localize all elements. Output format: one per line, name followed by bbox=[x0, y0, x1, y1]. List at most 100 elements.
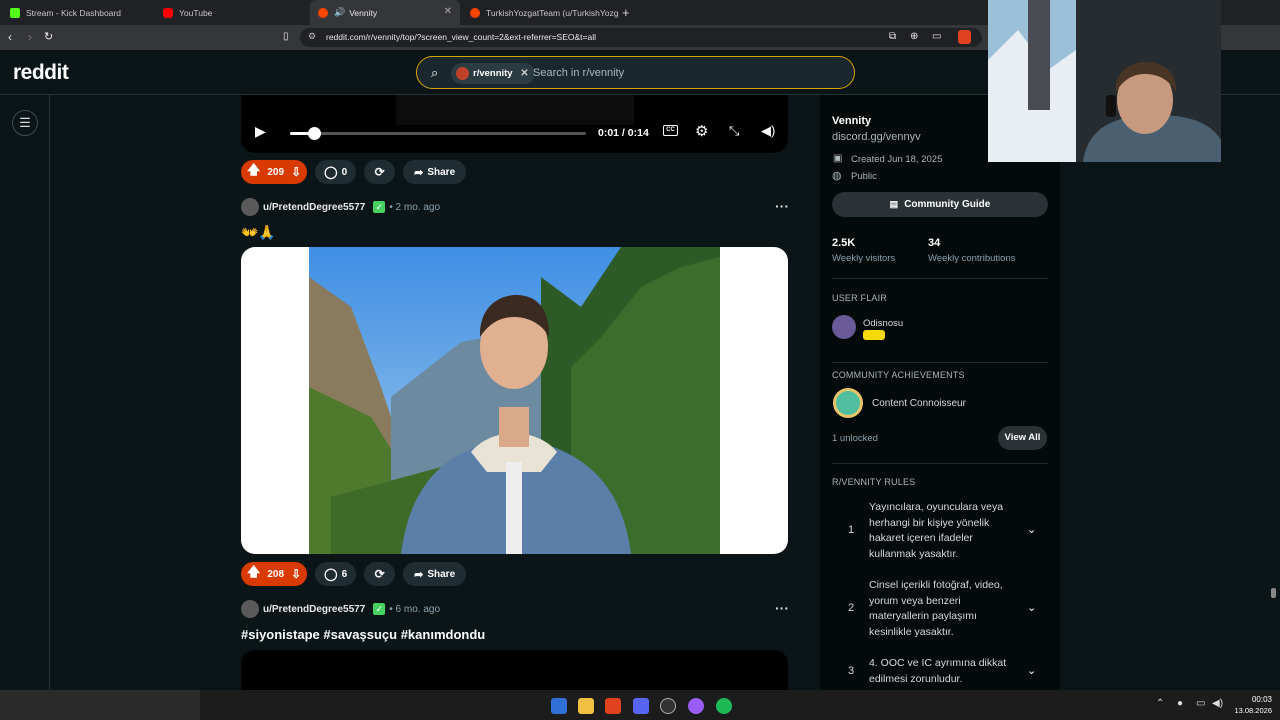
comment-icon: ◯ bbox=[324, 567, 338, 581]
stat-label: Weekly visitors bbox=[832, 253, 896, 264]
divider bbox=[832, 278, 1048, 279]
captions-icon[interactable]: CC bbox=[663, 125, 678, 136]
avatar[interactable] bbox=[241, 600, 259, 618]
settings-gear-icon[interactable]: ⚙ bbox=[695, 122, 708, 140]
search-bar[interactable]: ⌕ r/vennity ✕ Search in r/vennity bbox=[416, 56, 855, 89]
rule-item[interactable]: 1 Yayıncılara, oyunculara veya herhangi … bbox=[832, 500, 1048, 565]
brave-icon[interactable] bbox=[605, 698, 621, 714]
rule-item[interactable]: 3 4. OOC ve IC ayrımına dikkat edilmesi … bbox=[832, 656, 1048, 690]
progress-track[interactable] bbox=[290, 127, 586, 140]
tab-youtube[interactable]: YouTube bbox=[155, 0, 310, 25]
view-all-button[interactable]: View All bbox=[998, 426, 1047, 450]
globe-icon: ◍ bbox=[832, 170, 842, 182]
crosspost-icon: ⟳ bbox=[374, 165, 385, 179]
menu-icon[interactable]: ☰ bbox=[12, 110, 38, 136]
avatar[interactable] bbox=[241, 198, 259, 216]
search-placeholder: Search in r/vennity bbox=[533, 67, 625, 79]
network-icon[interactable]: ▭ bbox=[1196, 698, 1205, 709]
rule-item[interactable]: 2 Cinsel içerikli fotoğraf, video, yorum… bbox=[832, 578, 1048, 643]
left-navigation-rail: ☰ bbox=[0, 95, 50, 690]
upvote-icon[interactable]: 🡅 bbox=[247, 563, 260, 585]
spotify-icon[interactable] bbox=[716, 698, 732, 714]
post-author[interactable]: u/PretendDegree5577 bbox=[263, 604, 365, 615]
reload-icon[interactable]: ↻ bbox=[44, 30, 53, 44]
post-meta: u/PretendDegree5577 ✓ • 2 mo. ago bbox=[241, 198, 440, 216]
os-taskbar: ⌃ ● ▭ ◀) 00:03 13.08.2026 bbox=[0, 690, 1280, 720]
community-description: discord.gg/vennyv bbox=[832, 131, 921, 143]
share-button[interactable]: ➦ Share bbox=[403, 160, 467, 184]
crosspost-button[interactable]: ⟳ bbox=[364, 562, 396, 586]
fullscreen-icon[interactable]: ⤡ bbox=[729, 123, 739, 139]
post-age: • 2 mo. ago bbox=[389, 201, 441, 213]
chevron-up-icon[interactable]: ⌃ bbox=[1156, 698, 1164, 709]
chevron-down-icon[interactable]: ⌄ bbox=[1027, 664, 1036, 677]
stat-value: 34 bbox=[928, 237, 941, 249]
community-sidebar: Vennity discord.gg/vennyv ▣ Created Jun … bbox=[820, 95, 1060, 690]
more-options-icon[interactable]: ··· bbox=[775, 198, 789, 214]
speaker-icon: 🔊 bbox=[334, 7, 346, 17]
discord-icon[interactable] bbox=[633, 698, 649, 714]
video-frame bbox=[396, 95, 634, 125]
stat-label: Weekly contributions bbox=[928, 253, 1016, 264]
mountain-portrait-photo bbox=[309, 247, 720, 554]
post-author[interactable]: u/PretendDegree5577 bbox=[263, 202, 365, 213]
close-tab-icon[interactable]: ✕ bbox=[444, 7, 452, 17]
brave-shield-icon[interactable] bbox=[958, 30, 971, 44]
crosspost-button[interactable]: ⟳ bbox=[364, 160, 396, 184]
flair-icon: ✓ bbox=[373, 201, 386, 213]
chevron-down-icon[interactable]: ⌄ bbox=[1027, 601, 1036, 614]
scrollbar-thumb[interactable] bbox=[1271, 588, 1276, 598]
chevron-down-icon[interactable]: ⌄ bbox=[1027, 523, 1036, 536]
post-title[interactable]: 👐🙏 bbox=[241, 224, 276, 241]
back-icon[interactable]: ‹ bbox=[8, 30, 12, 44]
app-icon[interactable] bbox=[688, 698, 704, 714]
tab-turkish-yozgat[interactable]: TurkishYozgatTeam (u/TurkishYozgat bbox=[462, 0, 618, 25]
upvote-icon[interactable]: 🡅 bbox=[247, 161, 260, 183]
site-info-icon[interactable]: ⚙ bbox=[308, 31, 316, 42]
forward-icon[interactable]: › bbox=[28, 30, 32, 44]
play-icon[interactable]: ▶ bbox=[255, 123, 266, 140]
reddit-icon bbox=[470, 7, 480, 18]
clock-date[interactable]: 13.08.2026 bbox=[1222, 706, 1272, 715]
divider bbox=[832, 362, 1048, 363]
url-field[interactable]: ⚙ reddit.com/r/vennity/top/?screen_view_… bbox=[300, 28, 982, 47]
vote-count: 208 bbox=[267, 568, 285, 580]
subreddit-chip[interactable]: r/vennity ✕ bbox=[451, 63, 535, 84]
flair-username: Odisnosu bbox=[863, 318, 904, 329]
microphone-icon[interactable]: ● bbox=[1177, 698, 1183, 709]
clear-chip-icon[interactable]: ✕ bbox=[520, 63, 528, 84]
video-player[interactable]: ▶ 0:01 / 0:14 CC ⚙ ⤡ ◀) bbox=[241, 95, 788, 153]
obs-icon[interactable] bbox=[660, 698, 676, 714]
downvote-icon[interactable]: ⇩ bbox=[291, 165, 301, 179]
community-guide-button[interactable]: ▤ Community Guide bbox=[832, 192, 1048, 217]
more-options-icon[interactable]: ··· bbox=[775, 600, 789, 616]
post-actions: 🡅 209 ⇩ ◯ 0 ⟳ ➦ Share bbox=[241, 160, 467, 184]
comments-button[interactable]: ◯ 0 bbox=[315, 160, 357, 184]
post-actions: 🡅 208 ⇩ ◯ 6 ⟳ ➦ Share bbox=[241, 562, 467, 586]
unlocked-count: 1 unlocked bbox=[832, 433, 878, 444]
reddit-logo[interactable]: reddit bbox=[13, 61, 69, 85]
community-name: Vennity bbox=[832, 115, 872, 127]
clock-time[interactable]: 00:03 bbox=[1232, 695, 1272, 704]
tab-vennity[interactable]: 🔊 Vennity ✕ bbox=[310, 0, 460, 25]
post-title[interactable]: #siyonistape #savaşsuçu #kanımdondu bbox=[241, 627, 485, 642]
tab-kick-dashboard[interactable]: Stream - Kick Dashboard bbox=[0, 0, 155, 25]
cake-icon: ▣ bbox=[833, 153, 843, 164]
taskbar-app-icon[interactable] bbox=[551, 698, 567, 714]
zoom-icon[interactable]: ⊕ bbox=[910, 30, 918, 44]
translate-icon[interactable]: ⧉ bbox=[889, 30, 896, 44]
bookmark-icon[interactable]: ▯ bbox=[283, 30, 289, 44]
downvote-icon[interactable]: ⇩ bbox=[291, 567, 301, 581]
progress-handle[interactable] bbox=[307, 127, 321, 140]
post-image[interactable] bbox=[241, 247, 788, 554]
avatar[interactable] bbox=[832, 315, 856, 339]
video-player[interactable] bbox=[241, 650, 788, 690]
comments-button[interactable]: ◯ 6 bbox=[315, 562, 357, 586]
folder-icon[interactable] bbox=[578, 698, 594, 714]
new-tab-icon[interactable]: + bbox=[622, 0, 636, 25]
volume-icon[interactable]: ◀) bbox=[761, 123, 775, 139]
share-button[interactable]: ➦ Share bbox=[403, 562, 467, 586]
vote-button-group: 🡅 209 ⇩ bbox=[241, 160, 308, 184]
divider bbox=[832, 463, 1048, 464]
cast-icon[interactable]: ▭ bbox=[932, 30, 941, 44]
